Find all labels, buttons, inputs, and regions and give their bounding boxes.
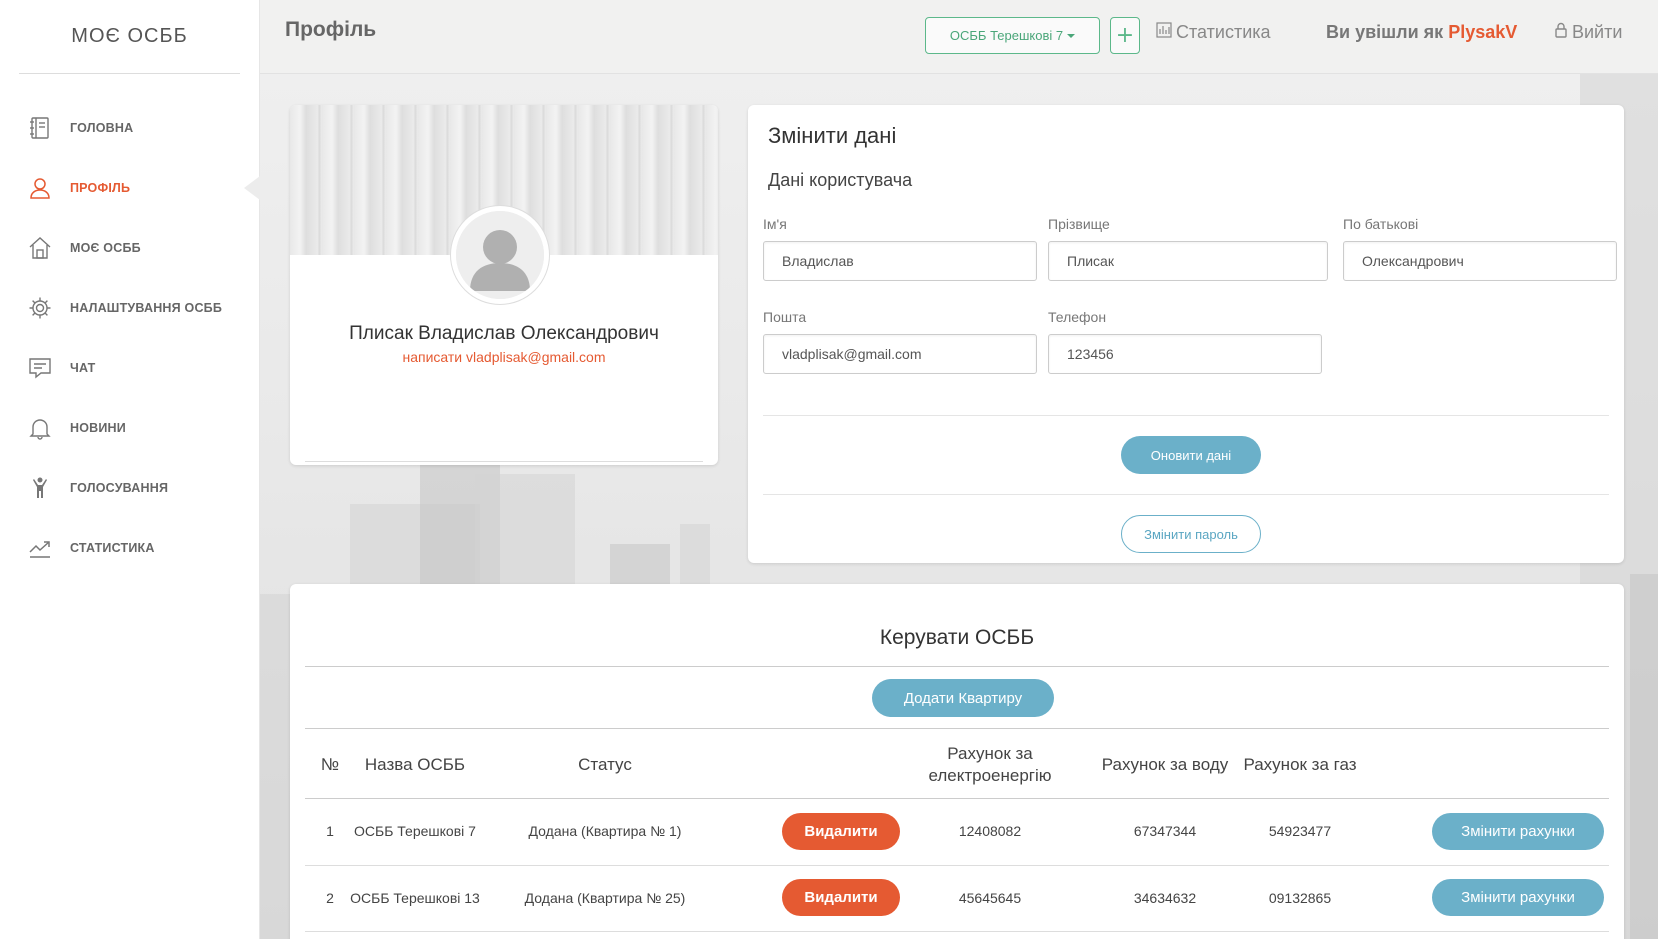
statistics-link[interactable]: Статистика bbox=[1156, 22, 1271, 43]
row-status: Додана (Квартира № 1) bbox=[528, 822, 682, 839]
row-electricity-account: 12408082 bbox=[958, 822, 1022, 839]
sidebar-item-label: СТАТИСТИКА bbox=[70, 541, 155, 555]
email-label: Пошта bbox=[763, 309, 807, 325]
sidebar-item-label: ПРОФІЛЬ bbox=[70, 181, 131, 195]
gear-icon bbox=[26, 294, 54, 322]
divider bbox=[305, 728, 1609, 729]
sidebar: МОЄ ОСББ ГОЛОВНА ПРОФІЛЬ МОЄ ОСББ НАЛАШТ… bbox=[0, 0, 260, 939]
divider bbox=[763, 415, 1609, 416]
edit-title: Змінити дані bbox=[768, 123, 897, 148]
divider bbox=[305, 931, 1609, 932]
username[interactable]: PlysakV bbox=[1448, 22, 1517, 42]
column-header-osbb-name: Назва ОСББ bbox=[364, 754, 466, 774]
row-osbb-name: ОСББ Терешкові 7 bbox=[354, 822, 476, 839]
row-status: Додана (Квартира № 25) bbox=[524, 889, 686, 906]
row-electricity-account: 45645645 bbox=[958, 889, 1022, 906]
divider bbox=[305, 461, 703, 462]
add-osbb-button[interactable]: + bbox=[1110, 17, 1140, 54]
profile-email: vladplisak@gmail.com bbox=[466, 349, 606, 365]
row-water-account: 34634632 bbox=[1133, 889, 1197, 906]
profile-email-link[interactable]: написати vladplisak@gmail.com bbox=[290, 349, 718, 365]
last-name-label: Прізвище bbox=[1048, 216, 1110, 232]
divider bbox=[305, 865, 1609, 866]
patronymic-input[interactable] bbox=[1343, 241, 1617, 281]
row-water-account: 67347344 bbox=[1133, 822, 1197, 839]
phone-label: Телефон bbox=[1048, 309, 1107, 325]
logged-in-prefix: Ви увішли як bbox=[1326, 22, 1444, 42]
sidebar-item-voting[interactable]: ГОЛОСУВАННЯ bbox=[0, 458, 259, 518]
sidebar-item-label: НАЛАШТУВАННЯ ОСББ bbox=[70, 301, 223, 315]
divider bbox=[305, 666, 1609, 667]
logout-label: Вийти bbox=[1572, 22, 1623, 42]
default-user-icon bbox=[456, 211, 544, 299]
last-name-input[interactable] bbox=[1048, 241, 1328, 281]
change-accounts-button[interactable]: Змінити рахунки bbox=[1432, 813, 1604, 850]
osbb-dropdown-value: ОСББ Терешкові 7 bbox=[949, 28, 1064, 43]
statistics-link-label: Статистика bbox=[1176, 22, 1271, 42]
lock-icon bbox=[1554, 22, 1568, 43]
sidebar-item-statistics[interactable]: СТАТИСТИКА bbox=[0, 518, 259, 578]
page-title: Профіль bbox=[285, 18, 377, 41]
divider bbox=[763, 494, 1609, 495]
sidebar-item-label: МОЄ ОСББ bbox=[70, 241, 141, 255]
chart-icon bbox=[1156, 22, 1172, 43]
edit-profile-card: Змінити дані Дані користувача Ім'я Прізв… bbox=[748, 105, 1624, 563]
sidebar-item-osbb-settings[interactable]: НАЛАШТУВАННЯ ОСББ bbox=[0, 278, 259, 338]
sidebar-item-label: ЧАТ bbox=[70, 361, 96, 375]
change-password-button[interactable]: Змінити пароль bbox=[1121, 515, 1261, 553]
update-data-button[interactable]: Оновити дані bbox=[1121, 436, 1261, 474]
sidebar-item-profile[interactable]: ПРОФІЛЬ bbox=[0, 158, 260, 218]
caret-down-icon bbox=[1067, 33, 1076, 38]
sidebar-item-my-osbb[interactable]: МОЄ ОСББ bbox=[0, 218, 259, 278]
delete-button[interactable]: Видалити bbox=[782, 813, 900, 850]
email-field[interactable] bbox=[763, 334, 1037, 374]
divider bbox=[19, 73, 240, 74]
sidebar-item-news[interactable]: НОВИНИ bbox=[0, 398, 259, 458]
column-header-gas: Рахунок за газ bbox=[1243, 754, 1357, 774]
row-osbb-name: ОСББ Терешкові 13 bbox=[350, 889, 480, 906]
add-apartment-button[interactable]: Додати Квартиру bbox=[872, 679, 1054, 717]
sidebar-item-chat[interactable]: ЧАТ bbox=[0, 338, 259, 398]
sidebar-item-label: НОВИНИ bbox=[70, 421, 126, 435]
row-gas-account: 09132865 bbox=[1268, 889, 1332, 906]
user-icon bbox=[26, 174, 54, 202]
osbb-dropdown[interactable]: ОСББ Терешкові 7 bbox=[925, 17, 1100, 54]
sidebar-nav: ГОЛОВНА ПРОФІЛЬ МОЄ ОСББ НАЛАШТУВАННЯ ОС… bbox=[0, 98, 260, 578]
manage-osbb-card: Керувати ОСББ Додати Квартиру № Назва ОС… bbox=[290, 584, 1624, 939]
avatar bbox=[451, 206, 549, 304]
phone-field[interactable] bbox=[1048, 334, 1322, 374]
column-header-number: № bbox=[320, 754, 340, 774]
row-number: 2 bbox=[326, 889, 334, 906]
edit-subtitle: Дані користувача bbox=[768, 170, 913, 190]
manage-title: Керувати ОСББ bbox=[879, 626, 1035, 649]
chat-icon bbox=[26, 354, 54, 382]
logout-button[interactable]: Вийти bbox=[1554, 22, 1622, 43]
patronymic-label: По батькові bbox=[1343, 216, 1419, 232]
profile-card: Плисак Владислав Олександрович написати … bbox=[290, 105, 718, 465]
sidebar-item-label: ГОЛОСУВАННЯ bbox=[70, 481, 169, 495]
column-header-water: Рахунок за воду bbox=[1101, 754, 1229, 774]
logged-in-as: Ви увішли як PlysakV bbox=[1326, 22, 1517, 43]
row-gas-account: 54923477 bbox=[1268, 822, 1332, 839]
bell-icon bbox=[26, 414, 54, 442]
home-icon bbox=[26, 234, 54, 262]
divider bbox=[305, 798, 1609, 799]
brand-logo[interactable]: МОЄ ОСББ bbox=[0, 0, 259, 73]
trend-icon bbox=[26, 534, 54, 562]
first-name-label: Ім'я bbox=[763, 216, 787, 232]
change-accounts-button[interactable]: Змінити рахунки bbox=[1432, 879, 1604, 916]
write-label: написати bbox=[402, 349, 463, 365]
voting-person-icon bbox=[26, 474, 54, 502]
column-header-electricity: Рахунок за електроенергію bbox=[928, 743, 1052, 785]
top-bar: Профіль ОСББ Терешкові 7 + Статистика Ви… bbox=[260, 0, 1658, 74]
row-number: 1 bbox=[326, 822, 334, 839]
sidebar-item-label: ГОЛОВНА bbox=[70, 121, 134, 135]
column-header-status: Статус bbox=[578, 754, 632, 774]
sidebar-item-home[interactable]: ГОЛОВНА bbox=[0, 98, 259, 158]
notebook-icon bbox=[26, 114, 54, 142]
profile-full-name: Плисак Владислав Олександрович bbox=[349, 323, 659, 344]
delete-button[interactable]: Видалити bbox=[782, 879, 900, 916]
first-name-input[interactable] bbox=[763, 241, 1037, 281]
